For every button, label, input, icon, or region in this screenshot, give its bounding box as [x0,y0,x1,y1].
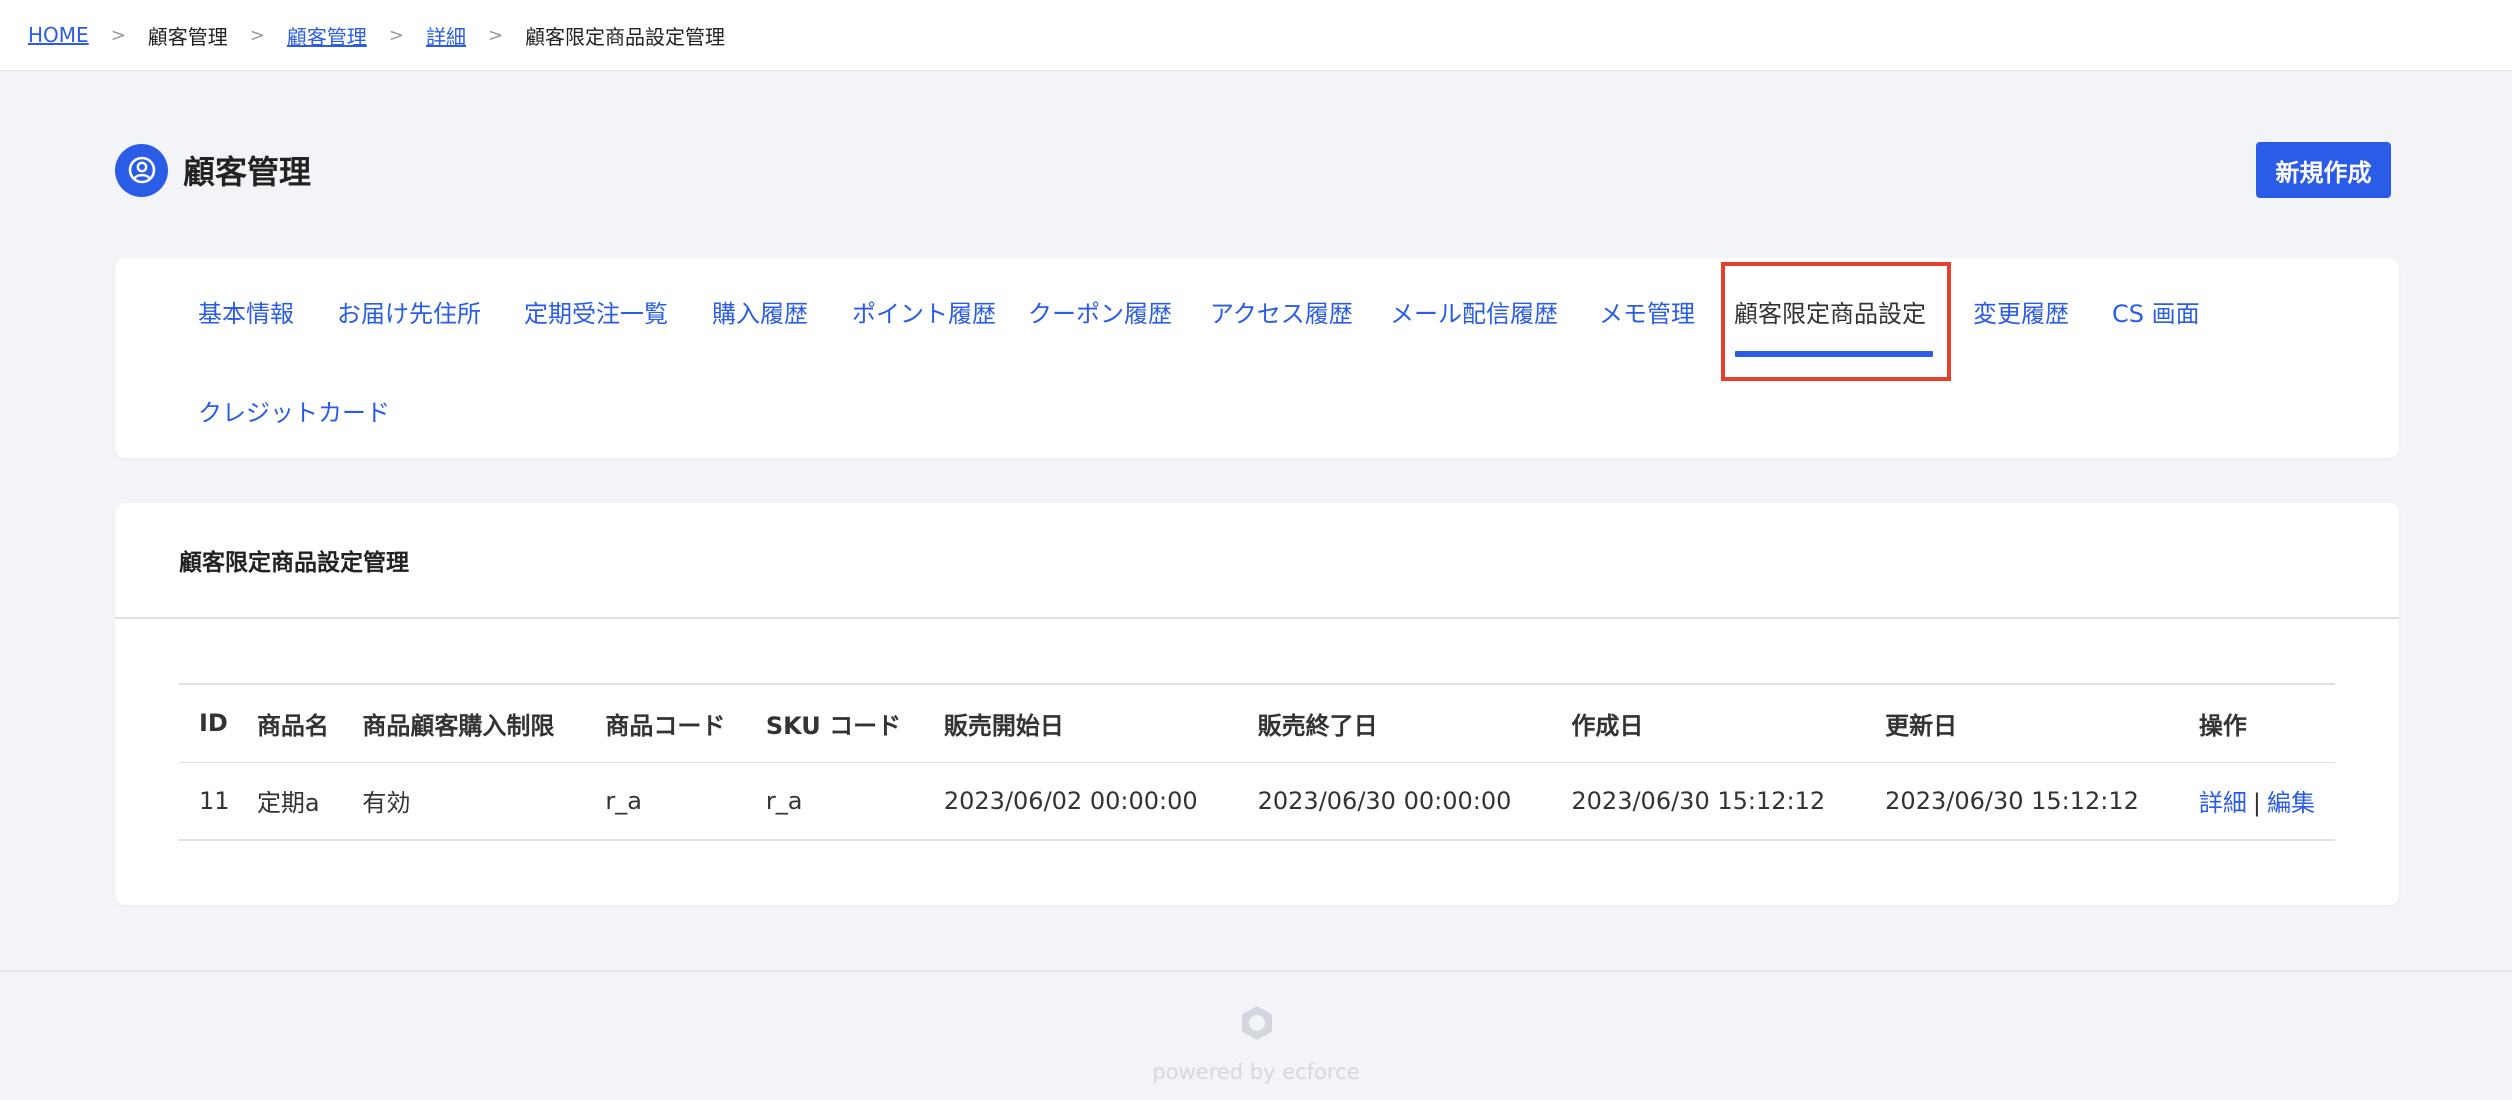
cell-sale-start: 2023/06/02 00:00:00 [943,786,1198,815]
col-purchase-limit: 商品顧客購入制限 [362,711,555,740]
new-create-button[interactable]: 新規作成 [2256,142,2391,198]
breadcrumb-current: 顧客限定商品設定管理 [525,24,726,49]
col-created: 作成日 [1571,711,1644,740]
cell-updated: 2023/06/30 15:12:12 [1885,786,2139,815]
tab-mail-history[interactable]: メール配信履歴 [1390,294,1558,329]
breadcrumb-separator: > [249,24,265,46]
table-header-row: ID 商品名 商品顧客購入制限 商品コード SKU コード 販売開始日 販売終了… [179,684,2335,762]
cell-operations: 詳細 | 編集 [2179,762,2335,840]
user-circle-icon [115,143,168,197]
tab-delivery-address[interactable]: お届け先住所 [337,294,481,329]
col-operations: 操作 [2198,711,2247,740]
breadcrumb-separator: > [487,24,504,46]
tab-basic-info[interactable]: 基本情報 [198,294,294,329]
detail-link[interactable]: 詳細 [2199,789,2247,817]
cell-product-code: r_a [605,786,642,815]
ecforce-logo-icon [1238,1004,1276,1042]
col-product-code: 商品コード [605,711,726,740]
col-id: ID [199,709,228,738]
cell-product-name: 定期a [256,789,320,818]
col-sku-code: SKU コード [765,711,902,740]
title-wrap: 顧客管理 [115,143,312,197]
breadcrumb-separator: > [388,24,404,46]
breadcrumb: HOME > 顧客管理 > 顧客管理 > 詳細 > 顧客限定商品設定管理 [0,0,2512,71]
cell-sale-end: 2023/06/30 00:00:00 [1257,786,1512,815]
col-updated: 更新日 [1885,711,1958,740]
content-title: 顧客限定商品設定管理 [115,503,2399,619]
tabs-card [115,258,2399,458]
breadcrumb-separator: > [110,24,126,46]
limited-products-table: ID 商品名 商品顧客購入制限 商品コード SKU コード 販売開始日 販売終了… [179,683,2335,841]
footer-powered-by: powered by ecforce [1152,1060,1360,1084]
active-tab-highlight-box [1721,262,1951,381]
tab-purchase-history[interactable]: 購入履歴 [712,294,808,329]
tab-access-history[interactable]: アクセス履歴 [1210,294,1353,329]
cell-purchase-limit: 有効 [362,789,411,818]
breadcrumb-detail-link[interactable]: 詳細 [426,21,466,50]
breadcrumb-home-link[interactable]: HOME [28,23,89,47]
edit-link[interactable]: 編集 [2267,789,2315,817]
breadcrumb-customer-link[interactable]: 顧客管理 [287,21,367,50]
tab-change-history[interactable]: 変更履歴 [1973,294,2069,329]
cell-created: 2023/06/30 15:12:12 [1571,786,1826,815]
page-title: 顧客管理 [183,153,312,191]
ops-separator: | [2252,789,2262,818]
cell-id: 11 [199,786,230,815]
tab-cs-screen[interactable]: CS 画面 [2112,294,2200,329]
tab-point-history[interactable]: ポイント履歴 [852,294,996,329]
table-row: 11 定期a 有効 r_a r_a 2023/06/02 00:00:00 20… [179,762,2335,840]
tab-memo[interactable]: メモ管理 [1599,294,1695,329]
col-product-name: 商品名 [256,711,329,740]
tab-credit-card[interactable]: クレジットカード [198,393,390,428]
cell-sku-code: r_a [765,786,803,815]
breadcrumb-customer-text: 顧客管理 [147,24,228,49]
col-sale-end: 販売終了日 [1257,711,1378,740]
page-header: 顧客管理 新規作成 [115,140,2391,200]
tab-coupon-history[interactable]: クーポン履歴 [1028,294,1172,329]
content-card: 顧客限定商品設定管理 ID 商品名 商品顧客購入制限 商品コード SKU コード… [115,503,2399,905]
tab-subscription-orders[interactable]: 定期受注一覧 [524,294,668,329]
col-sale-start: 販売開始日 [943,711,1064,740]
